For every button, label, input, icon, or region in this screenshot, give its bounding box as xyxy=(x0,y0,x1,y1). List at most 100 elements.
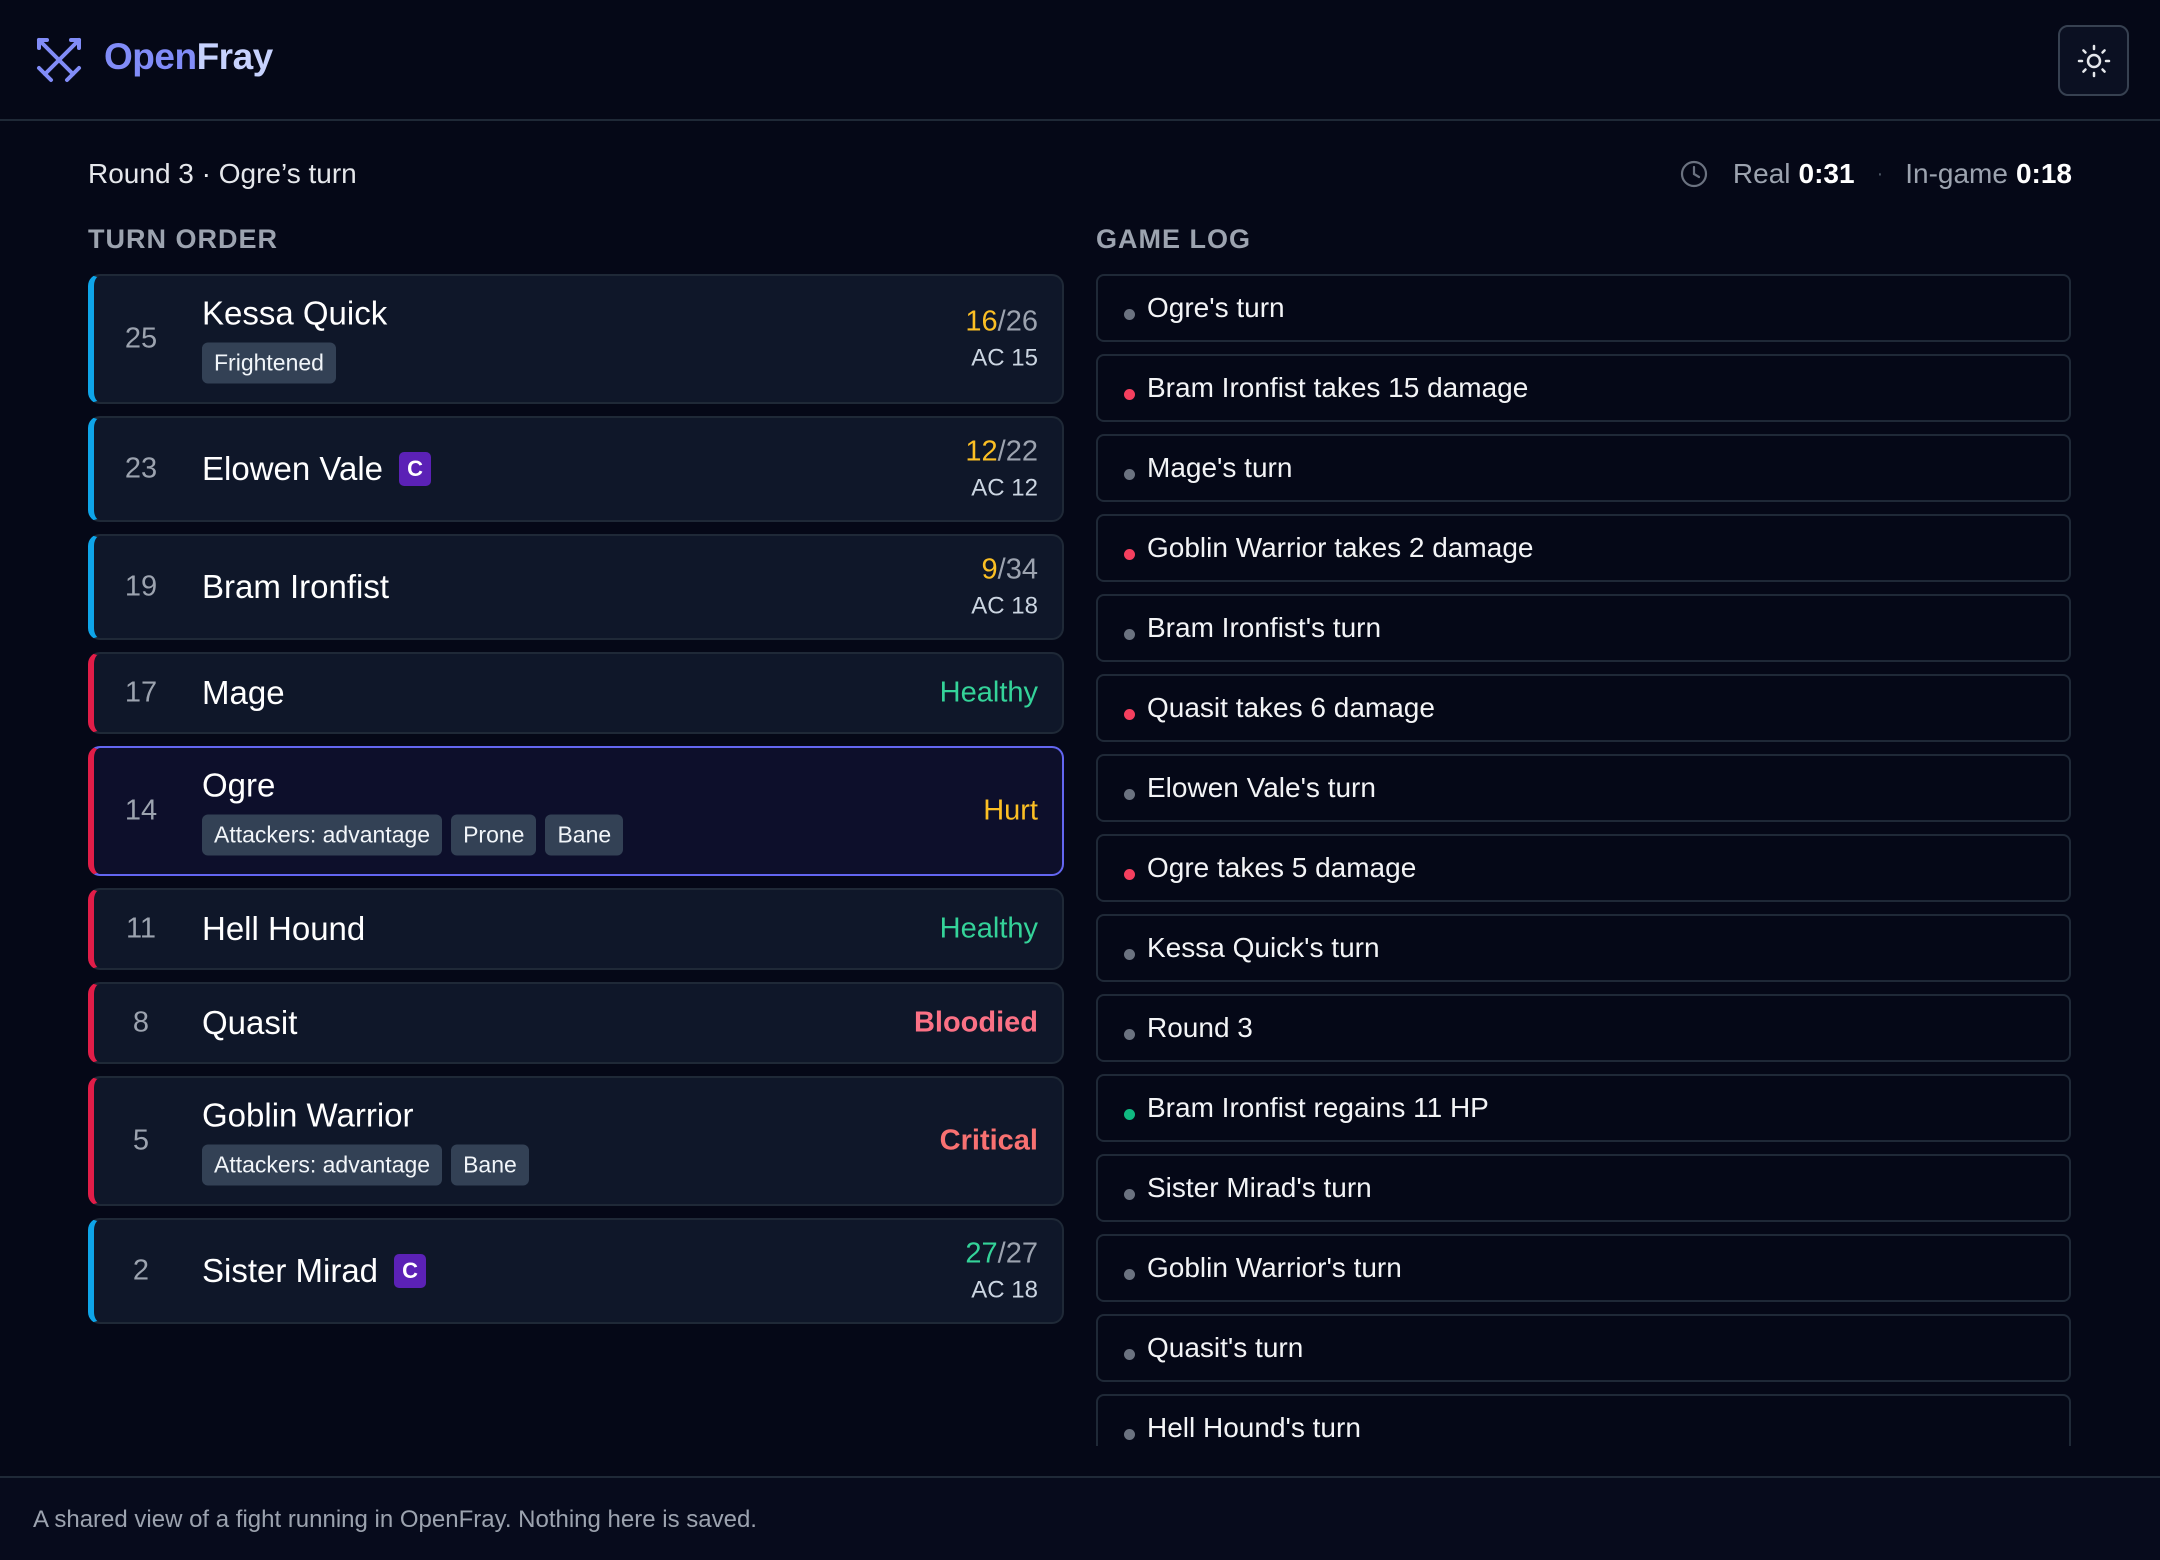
turn-order-title: TURN ORDER xyxy=(88,224,278,254)
name-row: Ogre xyxy=(202,767,632,805)
name-row: Mage xyxy=(202,674,285,712)
log-entry: Kessa Quick's turn xyxy=(1096,914,2071,982)
hit-points: 9/34 xyxy=(971,554,1038,587)
timer-separator: · xyxy=(1876,162,1884,185)
turn-row[interactable]: 5 Goblin Warrior Attackers: advantage Bane C… xyxy=(88,1076,1064,1206)
initiative-value: 14 xyxy=(124,794,158,827)
turn-row[interactable]: 19 Bram Ironfist 9/34 AC 18 xyxy=(88,534,1064,640)
log-bullet-icon xyxy=(1124,1349,1135,1360)
health-status: Healthy xyxy=(939,912,1038,945)
clock-icon xyxy=(1680,160,1708,188)
combatant-stats: 16/26 AC 15 xyxy=(965,306,1038,373)
combatant-info: Goblin Warrior Attackers: advantage Bane xyxy=(202,1097,538,1186)
turn-row[interactable]: 11 Hell Hound Healthy xyxy=(88,888,1064,970)
armor-class: AC 15 xyxy=(971,344,1038,372)
health-status: Bloodied xyxy=(913,1006,1038,1039)
log-bullet-icon xyxy=(1124,1189,1135,1200)
sun-icon xyxy=(2077,44,2110,77)
log-entry: Bram Ironfist regains 11 HP xyxy=(1096,1074,2071,1142)
log-text: Sister Mirad's turn xyxy=(1147,1172,1372,1203)
initiative-value: 17 xyxy=(124,676,158,709)
companion-badge: C xyxy=(394,1254,427,1288)
initiative-value: 11 xyxy=(125,912,157,945)
name-row: Kessa Quick xyxy=(202,295,387,333)
combatant-name: Elowen Vale xyxy=(202,450,384,487)
health-status: Hurt xyxy=(983,794,1038,827)
log-entry: Ogre takes 5 damage xyxy=(1096,834,2071,902)
log-entry: Bram Ironfist's turn xyxy=(1096,594,2071,662)
log-entry: Quasit takes 6 damage xyxy=(1096,674,2071,742)
combatant-name: Kessa Quick xyxy=(202,294,388,332)
combatant-stats: 27/27 AC 18 xyxy=(965,1238,1038,1305)
name-row: Sister Mirad C xyxy=(202,1252,427,1290)
combatant-info: Sister Mirad C xyxy=(202,1252,427,1290)
condition-tags: Attackers: advantage Bane xyxy=(202,1144,538,1186)
log-text: Quasit's turn xyxy=(1147,1332,1304,1363)
initiative-value: 5 xyxy=(132,1124,150,1157)
health-status: Healthy xyxy=(939,676,1038,709)
log-text: Goblin Warrior takes 2 damage xyxy=(1147,532,1534,563)
combatant-name: Bram Ironfist xyxy=(202,568,390,605)
turn-row[interactable]: 25 Kessa Quick Frightened 16/26 AC 15 xyxy=(88,274,1064,404)
log-bullet-icon xyxy=(1124,1429,1135,1440)
armor-class: AC 18 xyxy=(971,1276,1038,1304)
log-entry: Elowen Vale's turn xyxy=(1096,754,2071,822)
name-row: Elowen Vale C xyxy=(202,450,432,488)
log-text: Kessa Quick's turn xyxy=(1147,932,1380,963)
turn-row[interactable]: 23 Elowen Vale C 12/22 AC 12 xyxy=(88,416,1064,522)
turn-row[interactable]: 14 Ogre Attackers: advantage Prone Bane Hurt xyxy=(88,746,1064,876)
turn-order-list: 25 Kessa Quick Frightened 16/26 AC 15 23 Elowe… xyxy=(88,274,1064,1336)
log-entry: Round 3 xyxy=(1096,994,2071,1062)
log-entry: Quasit's turn xyxy=(1096,1314,2071,1382)
combatant-stats: Critical xyxy=(940,1125,1038,1158)
condition-tag: Attackers: advantage xyxy=(202,814,443,856)
name-row: Quasit xyxy=(202,1004,297,1042)
initiative-value: 8 xyxy=(132,1006,150,1039)
initiative-value: 2 xyxy=(132,1254,150,1287)
brand-name: OpenFray xyxy=(104,36,273,78)
crossed-swords-icon xyxy=(37,38,81,82)
combatant-stats: Bloodied xyxy=(914,1007,1038,1040)
hp-current: 12 xyxy=(965,435,998,468)
log-bullet-icon xyxy=(1124,789,1135,800)
brand-fray: Fray xyxy=(196,36,274,77)
hit-points: 27/27 xyxy=(965,1238,1038,1271)
armor-class: AC 18 xyxy=(971,592,1038,620)
log-text: Round 3 xyxy=(1147,1012,1253,1043)
hp-max: /34 xyxy=(997,553,1038,586)
name-row: Bram Ironfist xyxy=(202,568,389,606)
footer-text: A shared view of a fight running in Open… xyxy=(33,1506,757,1533)
log-bullet-icon xyxy=(1124,1269,1135,1280)
log-text: Ogre's turn xyxy=(1147,292,1285,323)
initiative-value: 25 xyxy=(124,322,158,355)
combatant-info: Ogre Attackers: advantage Prone Bane xyxy=(202,767,632,856)
log-entry: Mage's turn xyxy=(1096,434,2071,502)
combatant-info: Elowen Vale C xyxy=(202,450,432,488)
hp-current: 27 xyxy=(965,1237,998,1270)
hp-max: /27 xyxy=(997,1237,1038,1270)
log-entry: Ogre's turn xyxy=(1096,274,2071,342)
turn-row[interactable]: 8 Quasit Bloodied xyxy=(88,982,1064,1064)
log-text: Bram Ironfist takes 15 damage xyxy=(1147,372,1529,403)
turn-row[interactable]: 2 Sister Mirad C 27/27 AC 18 xyxy=(88,1218,1064,1324)
theme-toggle-button[interactable] xyxy=(2058,25,2129,96)
health-status: Critical xyxy=(939,1124,1038,1157)
turn-row[interactable]: 17 Mage Healthy xyxy=(88,652,1064,734)
condition-tags: Frightened xyxy=(202,342,387,384)
combatant-info: Mage xyxy=(202,674,285,712)
log-entry: Bram Ironfist takes 15 damage xyxy=(1096,354,2071,422)
log-text: Bram Ironfist regains 11 HP xyxy=(1147,1092,1489,1123)
combatant-name: Quasit xyxy=(202,1004,298,1041)
combatant-name: Mage xyxy=(202,674,285,711)
log-bullet-icon xyxy=(1124,869,1135,880)
real-time-value: 0:31 xyxy=(1798,158,1855,189)
combatant-info: Hell Hound xyxy=(202,910,365,948)
hp-current: 16 xyxy=(965,305,998,338)
condition-tag: Bane xyxy=(545,814,624,856)
ingame-time-label: In-game xyxy=(1905,158,2008,189)
footer: A shared view of a fight running in Open… xyxy=(0,1476,2160,1560)
log-bullet-icon xyxy=(1124,469,1135,480)
combatant-name: Sister Mirad xyxy=(202,1252,379,1289)
name-row: Hell Hound xyxy=(202,910,365,948)
log-text: Hell Hound's turn xyxy=(1147,1412,1361,1443)
